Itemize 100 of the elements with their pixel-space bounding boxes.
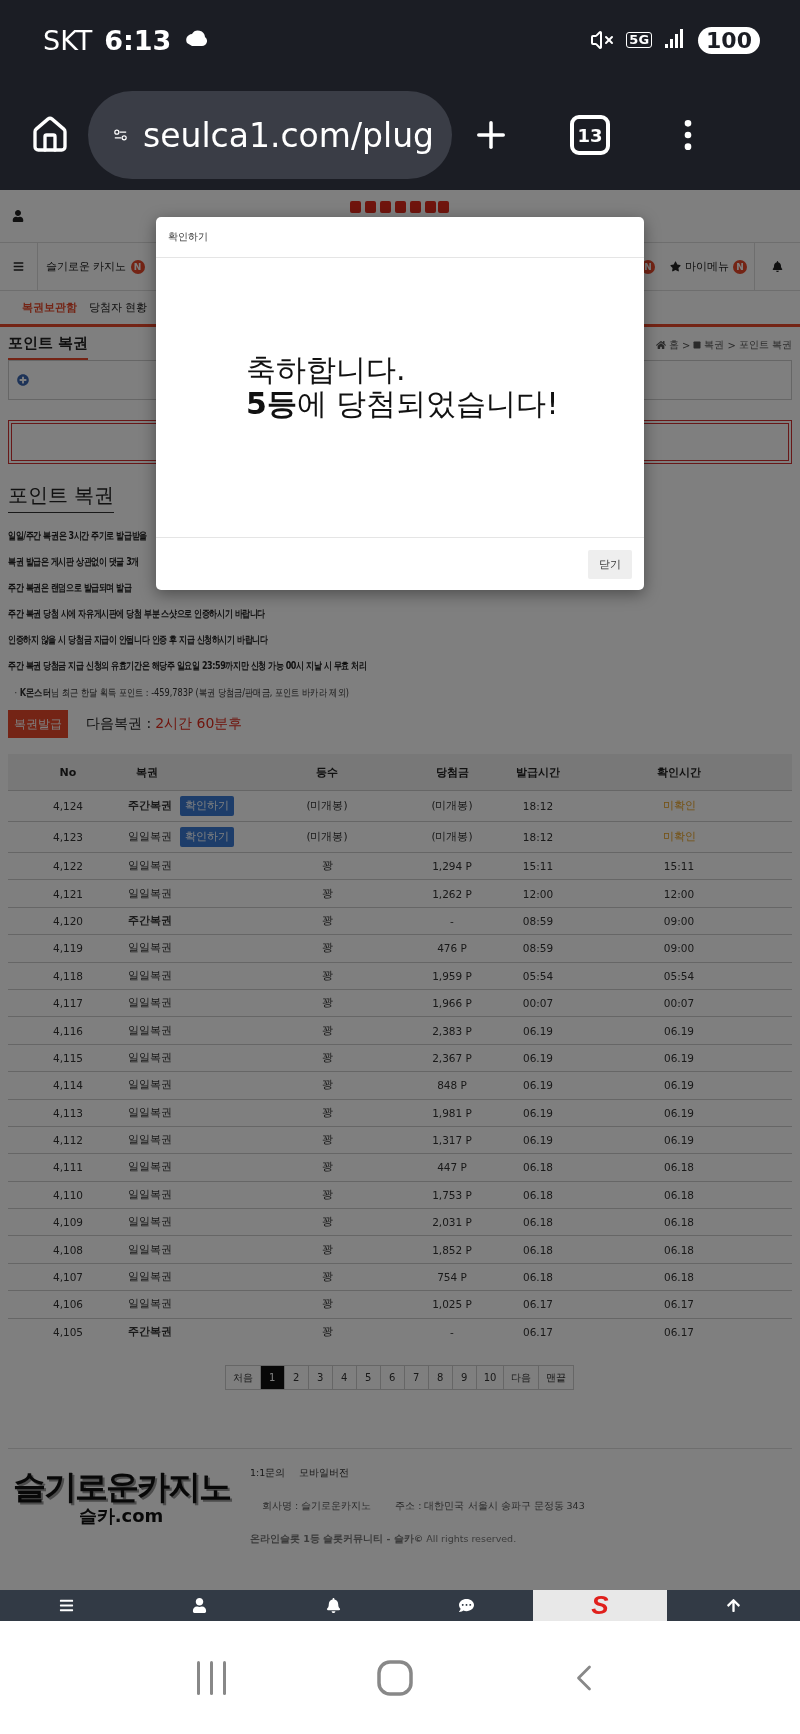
table-cell-text: 꽝 [320,913,334,928]
table-cell-text: 15:11 [662,860,696,873]
table-cell-text: 꽝 [320,1023,334,1038]
page-button[interactable]: 8 [427,1365,453,1391]
table-cell-text: 4,121 [51,887,85,900]
table-cell-text: 12:00 [662,887,696,900]
battery-text: 100 [698,26,760,54]
table-cell-text: 06.19 [521,1051,555,1064]
table-cell-text: 848 P [436,1079,468,1092]
table-cell-text: 꽝 [320,1270,334,1285]
page-button[interactable]: 6 [379,1365,405,1391]
table-cell-text: 꽝 [320,1050,334,1065]
notice-text: 주간 복권 당첨금 지급 신청의 유효기간은 해당주 일요일 23:59까지만 신청 가능 00시 지날 시 무효 처리 [8,659,367,673]
table-cell-text: 4,108 [51,1243,85,1256]
table-cell-text: 754 P [436,1271,468,1284]
page-button[interactable]: 3 [307,1365,333,1391]
close-button[interactable]: 닫기 [588,549,632,579]
table-cell-text: 06.19 [521,1134,555,1147]
carrier-text: SKT [43,24,93,56]
table-cell: 일일복권 [128,1160,172,1175]
next-ticket-time: 2시간 60분후 [155,715,243,733]
column-header: 당첨금 [434,764,470,780]
table-cell-text: 06.18 [662,1216,696,1229]
table-cell-text: 4,109 [51,1216,85,1229]
page-button[interactable]: 2 [283,1365,309,1391]
nav-item[interactable]: 마이메뉴 N [662,259,754,274]
table-cell-text: 06.19 [662,1106,696,1119]
home-button-icon[interactable] [377,1659,413,1696]
footer-link[interactable]: 1:1문의 [250,1467,286,1481]
table-cell-text: 08:59 [521,942,555,955]
page-title: 포인트 복권 [8,334,89,360]
address-text: 주소 : 대한민국 서울시 송파구 문정동 343 [395,1500,585,1514]
table-cell-text: 4,116 [51,1024,85,1037]
table-cell-text: 1,852 P [431,1243,473,1256]
confirm-button[interactable]: 확인하기 [180,796,234,816]
page-button[interactable]: 9 [451,1365,477,1391]
table-cell-text: 05:54 [521,969,555,982]
user-icon[interactable] [12,210,24,222]
menu-icon [59,1598,75,1613]
confirm-button[interactable]: 확인하기 [180,827,234,847]
breadcrumb-separator: > [682,339,691,351]
table-cell-text: 2,383 P [431,1024,473,1037]
table-cell-text: 06.18 [662,1243,696,1256]
table-cell-text: (미개봉) [305,799,349,813]
table-cell: 일일복권 [128,1105,172,1120]
recent-apps-icon[interactable] [194,1659,229,1696]
page-button[interactable]: 처음 [224,1365,261,1391]
table-cell-text: 4,119 [51,942,85,955]
home-icon [656,340,667,350]
footer-link[interactable]: 모바일버전 [299,1467,350,1481]
column-header: 등수 [315,764,339,780]
table-cell-text: 꽝 [320,996,334,1011]
table-cell-text: 꽝 [320,1215,334,1230]
column-header: No [58,765,78,779]
table-cell-text: 06.19 [662,1051,696,1064]
chat-icon [459,1598,475,1613]
mute-icon [590,28,615,52]
notice-text: 주간 복권은 랜덤으로 발급되며 발급 [8,581,132,595]
bottom-nav-button[interactable]: S [533,1590,667,1621]
table-cell-text: 꽝 [320,886,334,901]
table-cell-text: 06.19 [521,1024,555,1037]
bell-icon[interactable] [772,261,783,272]
home-icon[interactable] [30,115,70,155]
next-ticket-label: 다음복권 : [86,715,152,733]
table-cell: 일일복권 [128,1270,172,1285]
page-button[interactable]: 4 [331,1365,357,1391]
sub-tab[interactable]: 당첨자 현황 [89,300,148,315]
table-cell: 일일복권 [128,886,172,901]
sub-tab[interactable]: 복권보관함 [22,300,77,315]
table-cell: 일일복권 [128,996,172,1011]
address-bar[interactable]: seulca1.com/plug [88,91,452,179]
page-button[interactable]: 5 [355,1365,381,1391]
issue-button[interactable]: 복권발급 [8,710,68,738]
table-cell-text: 꽝 [320,1105,334,1120]
page-button[interactable]: 7 [403,1365,429,1391]
table-cell-text: 4,111 [51,1161,85,1174]
bell-icon [325,1598,341,1613]
table-cell-text: 꽝 [320,1187,334,1202]
user-icon [192,1598,208,1613]
table-cell-text: 06.19 [662,1079,696,1092]
table-cell: 일일복권 [128,1215,172,1230]
nav-item[interactable]: 슬기로운 카지노 N [38,259,152,274]
table-cell-text: 09:00 [662,942,696,955]
plus-icon[interactable] [17,374,29,386]
copyright-text: 온라인슬롯 1등 슬롯커뮤니티 - 슬카© All rights reserved. [250,1533,518,1547]
notice-text: 일일/주간 복권은 3시간 주기로 발급받을 [8,529,147,543]
table-cell-text: 06.17 [521,1298,555,1311]
page-button[interactable]: 다음 [503,1365,540,1391]
menu-icon[interactable] [13,261,24,272]
table-cell-text: 4,107 [51,1271,85,1284]
page-button[interactable]: 1 [259,1365,285,1391]
table-cell-text: 4,110 [51,1188,85,1201]
table-cell-text: 4,122 [51,860,85,873]
tab-count-button[interactable]: 13 [570,115,610,155]
page-button[interactable]: 맨끝 [538,1365,575,1391]
table-cell-text: 1,317 P [431,1134,473,1147]
table-cell-text: 1,294 P [431,860,473,873]
notice-text: 주간 복권 당첨 시에 자유게시판에 당첨 부분 스샷으로 인증하시기 바랍니다 [8,607,266,621]
table-cell-text: 06.17 [662,1325,696,1338]
table-cell-text: 06.18 [521,1243,555,1256]
